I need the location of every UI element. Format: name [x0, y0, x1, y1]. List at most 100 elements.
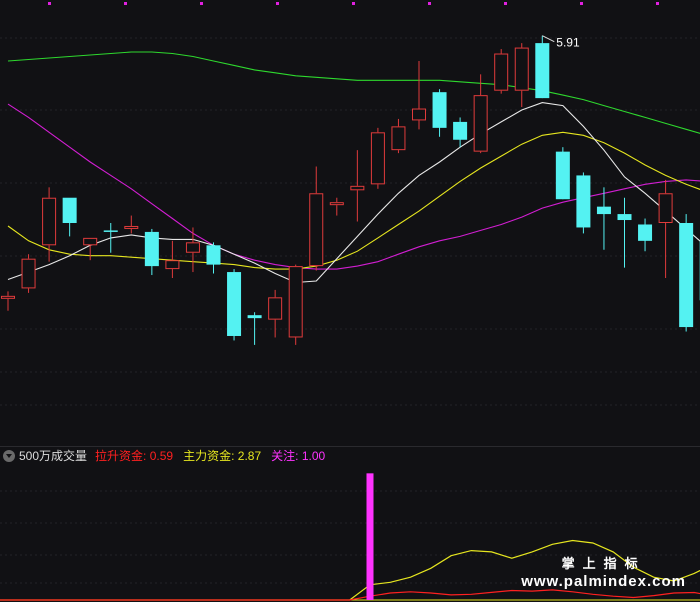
candle-body [391, 126, 406, 151]
marker-dots [48, 2, 659, 5]
candle-body [617, 214, 632, 221]
candle-body [21, 258, 36, 289]
kline-panel[interactable]: 5.91 [0, 0, 700, 446]
watermark-url: www.palmindex.com [521, 573, 686, 590]
candle-body [370, 132, 385, 185]
candle-body [350, 185, 365, 191]
candle-body [329, 202, 344, 206]
legend-guanzhu-label: 关注 [271, 449, 296, 463]
candle-body [658, 193, 673, 223]
watermark-brand: 掌上指标 [561, 556, 646, 571]
candle-up [309, 166, 324, 271]
marker-dot [276, 2, 279, 5]
marker-dot [48, 2, 51, 5]
candle-up [514, 43, 529, 108]
candle-body [432, 92, 447, 128]
candle-up [473, 74, 488, 154]
ma-yellow-line [7, 131, 700, 270]
candle-up [350, 150, 365, 222]
marker-dot [580, 2, 583, 5]
candle-down [144, 228, 159, 276]
candle-body [514, 47, 529, 91]
candlesticks [1, 35, 700, 345]
candle-down [617, 197, 632, 268]
candle-down [679, 214, 694, 332]
legend-lasheng-label: 拉升资金 [95, 449, 144, 463]
legend-zhuli-value: 2.87 [237, 449, 262, 463]
candle-down [576, 172, 591, 234]
candle-up [288, 264, 303, 345]
candle-down [227, 269, 242, 341]
grid-lines [0, 37, 700, 406]
watermark-logo: 掌上指标 www.palmindex.com [521, 553, 686, 590]
legend-lasheng-value: 0.59 [149, 449, 174, 463]
candle-down [638, 218, 653, 252]
candle-body [473, 95, 488, 152]
candle-down [453, 117, 468, 148]
candle-body [679, 223, 694, 328]
indicator-name: 500万成交量 [19, 449, 88, 463]
candle-down [555, 147, 570, 200]
candle-body [185, 242, 200, 253]
candle-up [658, 179, 673, 279]
collapse-chevron-icon[interactable] [3, 450, 15, 462]
legend-zhuli-label: 主力资金 [183, 449, 232, 463]
marker-dot [504, 2, 507, 5]
candle-body [62, 197, 77, 223]
candle-up [412, 60, 426, 130]
indicator-legend: 500万成交量 拉升资金: 0.59 主力资金: 2.87 关注: 1.00 [0, 447, 700, 465]
candle-up [1, 291, 15, 311]
candle-up [83, 237, 98, 261]
ma-green-line [7, 51, 700, 134]
marker-dot [352, 2, 355, 5]
candle-body [309, 193, 324, 267]
marker-dot [200, 2, 203, 5]
candle-body [227, 272, 242, 336]
candle-body [555, 151, 570, 200]
legend-guanzhu-value: 1.00 [301, 449, 326, 463]
candle-body [535, 43, 550, 99]
legend-colon: : [231, 449, 238, 463]
peak-price-label: 5.91 [556, 36, 580, 50]
candle-body [638, 224, 653, 241]
candle-body [494, 53, 509, 91]
candle-body [412, 108, 426, 121]
lasheng-line [0, 589, 700, 601]
candle-down [596, 187, 611, 250]
guanzhu-spike-bar [366, 473, 374, 600]
candle-body [165, 260, 180, 270]
candle-body [1, 295, 15, 299]
candle-down [206, 242, 221, 274]
candle-up [124, 215, 139, 234]
candle-body [268, 297, 283, 320]
candle-body [103, 230, 118, 232]
candle-body [124, 225, 139, 229]
marker-dot [656, 2, 659, 5]
marker-dot [428, 2, 431, 5]
marker-dot [124, 2, 127, 5]
candle-body [42, 197, 57, 246]
candle-down [103, 223, 118, 253]
stock-chart-window: 5.91 500万成交量 拉升资金: 0.59 主力资金: 2.87 关注: 1.00… [0, 0, 700, 602]
candle-up [391, 118, 406, 154]
candle-body [144, 231, 159, 267]
candle-up [21, 254, 36, 293]
candle-body [83, 237, 98, 246]
candle-down [247, 312, 262, 345]
candle-up [268, 289, 283, 338]
candle-up [494, 49, 509, 94]
candle-body [576, 175, 591, 228]
candle-body [247, 315, 262, 319]
legend-colon: : [295, 449, 302, 463]
candle-down [535, 35, 550, 99]
candle-up [370, 127, 385, 189]
candle-up [185, 227, 200, 273]
candle-body [206, 245, 221, 265]
moving-average-lines [7, 51, 700, 284]
candle-up [329, 197, 344, 216]
candle-body [596, 206, 611, 215]
candle-body [288, 266, 303, 338]
candle-down [432, 89, 447, 137]
legend-colon: : [143, 449, 150, 463]
candle-body [453, 121, 468, 140]
